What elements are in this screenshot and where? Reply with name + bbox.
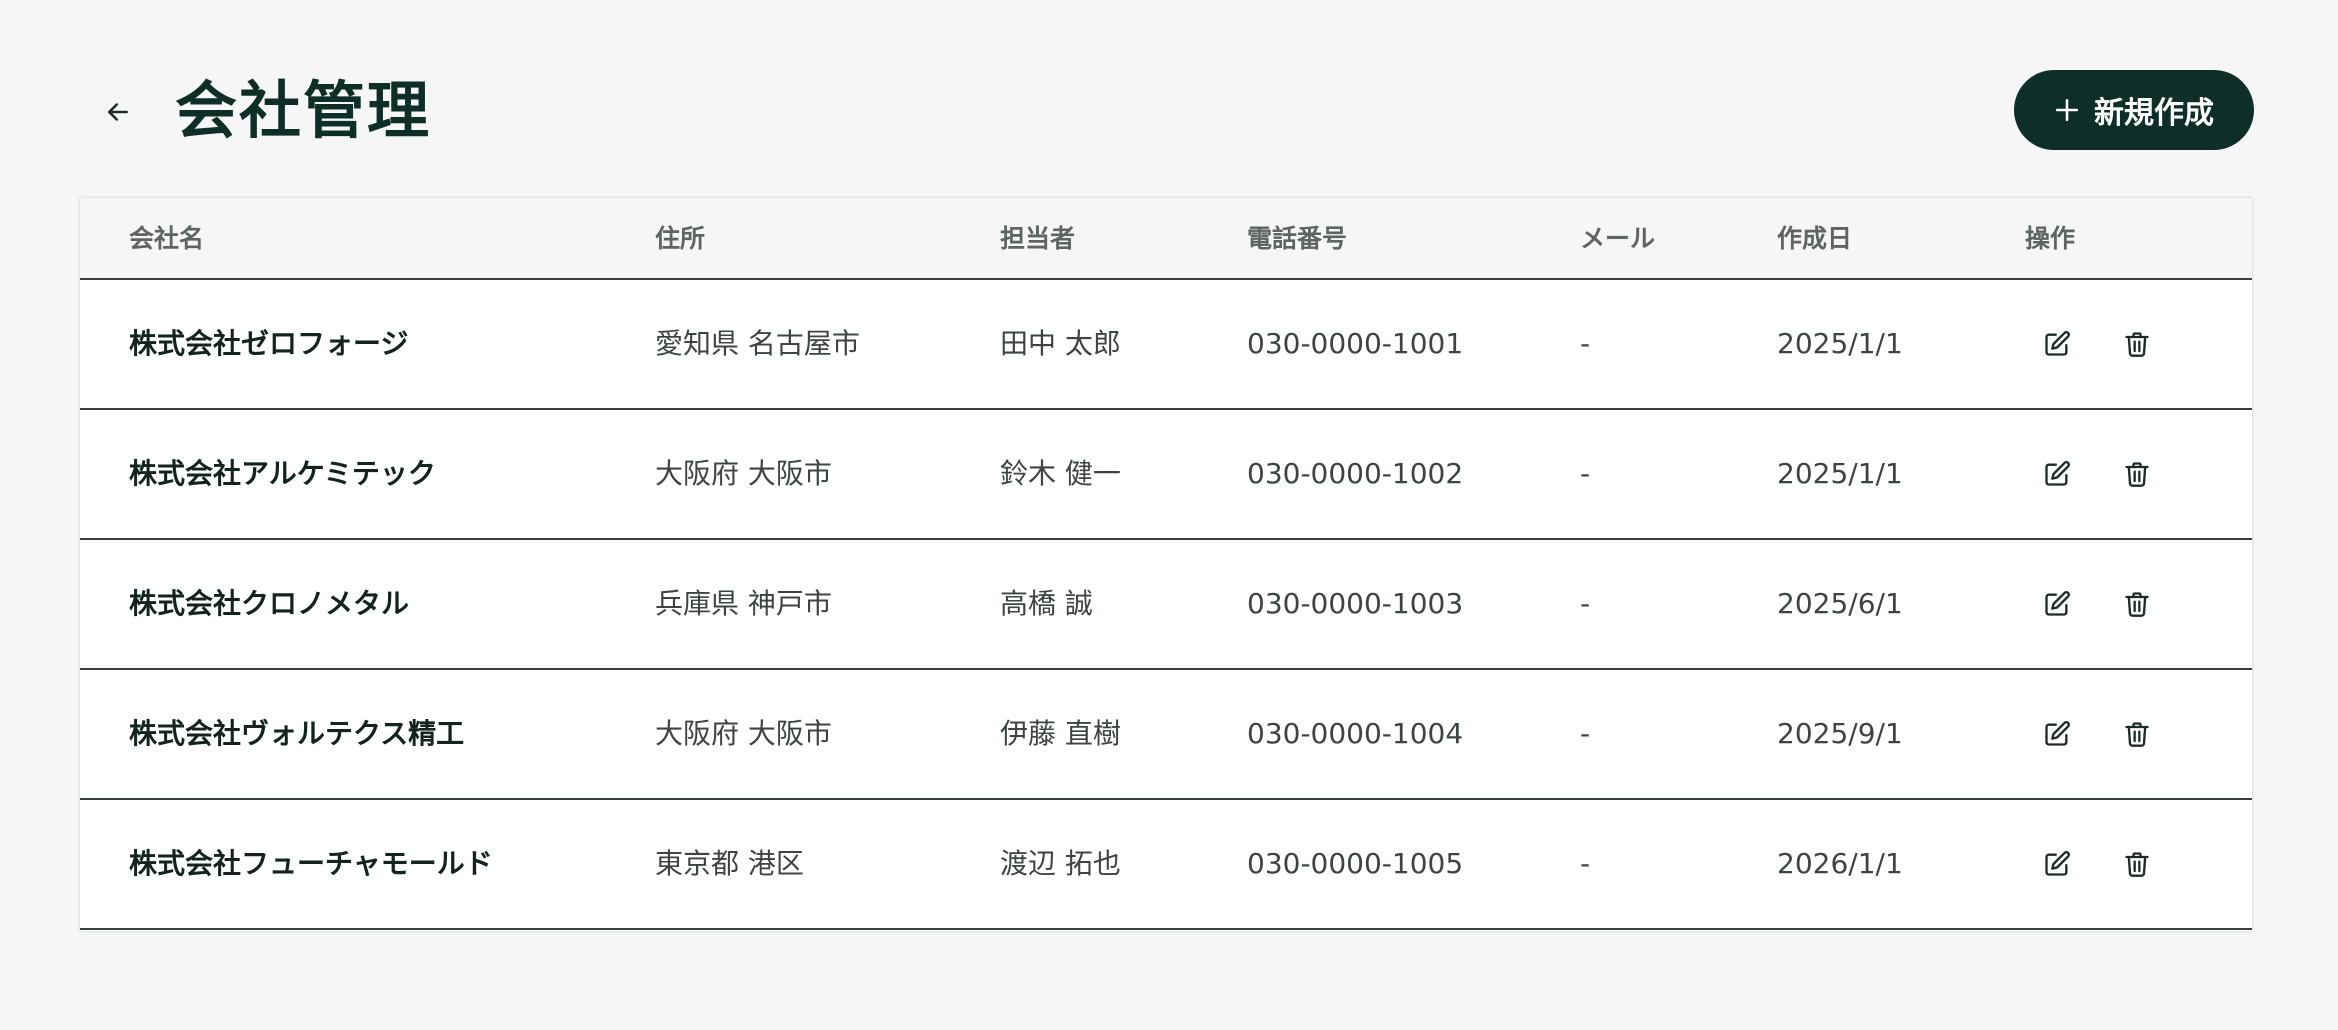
company-contact: 鈴木 健一: [1000, 457, 1121, 490]
company-address: 兵庫県 神戸市: [655, 587, 832, 620]
column-header-phone: 電話番号: [1247, 224, 1348, 253]
edit-icon: [2045, 331, 2070, 356]
company-created: 2025/1/1: [1777, 457, 1903, 490]
edit-button[interactable]: [2032, 319, 2082, 369]
column-header-company-name: 会社名: [129, 224, 205, 253]
company-created: 2025/1/1: [1777, 327, 1903, 360]
company-name: 株式会社ヴォルテクス精工: [129, 717, 465, 750]
delete-button[interactable]: [2112, 449, 2162, 499]
company-created: 2025/6/1: [1777, 587, 1903, 620]
company-email: -: [1580, 847, 1591, 880]
column-header-actions: 操作: [2025, 224, 2076, 253]
delete-button[interactable]: [2112, 839, 2162, 889]
company-address: 大阪府 大阪市: [655, 717, 832, 750]
trash-icon: [2125, 592, 2149, 617]
company-address: 大阪府 大阪市: [655, 457, 832, 490]
company-table: 会社名 住所 担当者 電話番号 メール 作成日 操作 株式会社ゼロフォージ 愛知…: [80, 198, 2252, 931]
company-contact: 渡辺 拓也: [1000, 847, 1121, 880]
company-name: 株式会社クロノメタル: [129, 587, 410, 620]
column-header-email: メール: [1580, 224, 1656, 253]
delete-button[interactable]: [2112, 709, 2162, 759]
edit-button[interactable]: [2032, 449, 2082, 499]
edit-icon: [2045, 851, 2070, 876]
company-phone: 030-0000-1005: [1247, 847, 1464, 880]
trash-icon: [2125, 462, 2149, 487]
company-created: 2025/9/1: [1777, 717, 1903, 750]
company-email: -: [1580, 717, 1591, 750]
edit-icon: [2045, 461, 2070, 486]
company-name: 株式会社アルケミテック: [129, 457, 436, 490]
company-address: 愛知県 名古屋市: [655, 327, 860, 360]
trash-icon: [2125, 722, 2149, 747]
company-name: 株式会社ゼロフォージ: [129, 327, 409, 360]
company-phone: 030-0000-1004: [1247, 717, 1464, 750]
company-address: 東京都 港区: [655, 847, 804, 880]
page-header: 会社管理 新規作成: [0, 0, 2338, 200]
company-phone: 030-0000-1003: [1247, 587, 1464, 620]
back-button[interactable]: [92, 86, 144, 138]
edit-button[interactable]: [2032, 709, 2082, 759]
table-row: 株式会社ゼロフォージ 愛知県 名古屋市 田中 太郎 030-0000-1001 …: [80, 280, 2252, 410]
company-management-page: 会社管理 新規作成 会社名 住所 担当者 電話番号 メール 作成日 操作 株式会…: [0, 0, 2338, 1030]
trash-icon: [2125, 852, 2149, 877]
table-row: 株式会社クロノメタル 兵庫県 神戸市 高橋 誠 030-0000-1003 - …: [80, 540, 2252, 670]
company-name: 株式会社フューチャモールド: [129, 847, 493, 880]
delete-button[interactable]: [2112, 319, 2162, 369]
edit-icon: [2045, 721, 2070, 746]
company-contact: 田中 太郎: [1000, 327, 1121, 360]
table-row: 株式会社ヴォルテクス精工 大阪府 大阪市 伊藤 直樹 030-0000-1004…: [80, 670, 2252, 800]
company-contact: 伊藤 直樹: [1000, 717, 1121, 750]
company-phone: 030-0000-1001: [1247, 327, 1464, 360]
table-row: 株式会社フューチャモールド 東京都 港区 渡辺 拓也 030-0000-1005…: [80, 800, 2252, 930]
edit-button[interactable]: [2032, 579, 2082, 629]
column-header-created: 作成日: [1777, 224, 1853, 253]
table-header-row: 会社名 住所 担当者 電話番号 メール 作成日 操作: [80, 198, 2252, 280]
table-row: 株式会社アルケミテック 大阪府 大阪市 鈴木 健一 030-0000-1002 …: [80, 410, 2252, 540]
column-header-contact: 担当者: [1000, 224, 1076, 253]
company-email: -: [1580, 587, 1591, 620]
page-title: 会社管理: [175, 74, 432, 147]
create-new-label: 新規作成: [2094, 96, 2214, 131]
trash-icon: [2125, 332, 2149, 357]
edit-icon: [2045, 591, 2070, 616]
create-new-button[interactable]: 新規作成: [2014, 70, 2254, 150]
company-created: 2026/1/1: [1777, 847, 1903, 880]
arrow-left-icon: [108, 103, 128, 121]
column-header-address: 住所: [655, 224, 706, 253]
edit-button[interactable]: [2032, 839, 2082, 889]
company-email: -: [1580, 327, 1591, 360]
company-contact: 高橋 誠: [1000, 587, 1093, 620]
plus-icon: [2055, 98, 2079, 122]
company-phone: 030-0000-1002: [1247, 457, 1464, 490]
delete-button[interactable]: [2112, 579, 2162, 629]
company-email: -: [1580, 457, 1591, 490]
